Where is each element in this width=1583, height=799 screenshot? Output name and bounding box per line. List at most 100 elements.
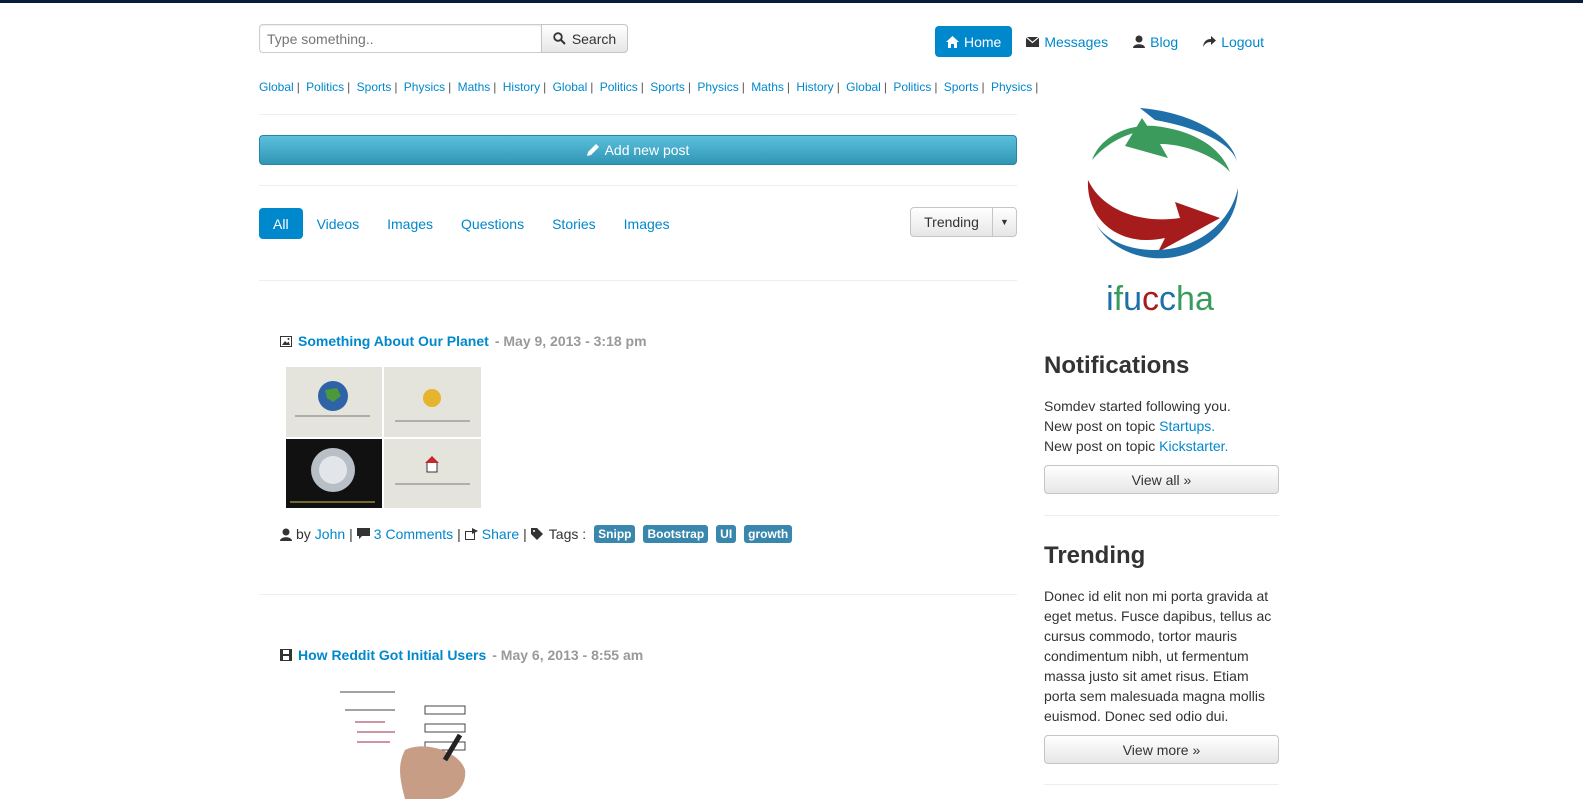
tab-images[interactable]: Images <box>373 208 447 239</box>
topic-separator: | <box>493 80 497 94</box>
topic-link[interactable]: History <box>796 80 833 94</box>
notifications-list: Somdev started following you. New post o… <box>1044 396 1279 456</box>
topic-link[interactable]: Physics <box>697 80 738 94</box>
post-title-row: Something About Our Planet - May 9, 2013… <box>280 333 647 349</box>
view-more-button[interactable]: View more » <box>1044 735 1279 764</box>
topic-separator: | <box>1035 80 1039 94</box>
tab-questions[interactable]: Questions <box>447 208 538 239</box>
topic-link[interactable]: Maths <box>458 80 491 94</box>
view-all-button[interactable]: View all » <box>1044 465 1279 494</box>
tag-badge[interactable]: Bootstrap <box>643 525 709 543</box>
tab-stories[interactable]: Stories <box>538 208 610 239</box>
search-input[interactable] <box>259 24 541 53</box>
add-post-button[interactable]: Add new post <box>259 135 1017 165</box>
post-title-link[interactable]: Something About Our Planet <box>298 333 489 349</box>
topic-link[interactable]: Physics <box>404 80 445 94</box>
by-label: by <box>296 526 311 542</box>
tags-icon <box>530 528 543 540</box>
tab-videos[interactable]: Videos <box>303 208 374 239</box>
topic-separator: | <box>836 80 840 94</box>
divider <box>259 280 1017 281</box>
topic-link[interactable]: History <box>503 80 540 94</box>
topic-separator: | <box>347 80 351 94</box>
divider <box>1044 784 1279 785</box>
topic-link[interactable]: Sports <box>944 80 979 94</box>
topic-kickstarter-link[interactable]: Kickstarter. <box>1159 438 1228 454</box>
nav-messages[interactable]: Messages <box>1012 26 1119 57</box>
topic-startups-link[interactable]: Startups. <box>1159 418 1215 434</box>
divider <box>259 594 1017 595</box>
home-icon <box>946 35 959 48</box>
user-icon <box>1133 35 1146 48</box>
topic-separator: | <box>883 80 887 94</box>
tag-badge[interactable]: UI <box>716 525 737 543</box>
topic-separator: | <box>448 80 452 94</box>
nav-messages-label: Messages <box>1044 33 1109 50</box>
search-button-label: Search <box>571 30 617 47</box>
notifications-heading: Notifications <box>1044 352 1190 379</box>
topic-link[interactable]: Politics <box>306 80 344 94</box>
share-arrow-icon <box>1203 35 1217 47</box>
divider <box>1044 515 1279 516</box>
topic-separator: | <box>934 80 938 94</box>
search-form: Search <box>259 24 628 53</box>
topic-link[interactable]: Politics <box>893 80 931 94</box>
search-button[interactable]: Search <box>541 24 628 53</box>
divider <box>259 114 1017 115</box>
topic-links: Global | Politics | Sports | Physics | Maths… <box>259 80 1041 94</box>
meta-separator: | <box>523 526 527 542</box>
notification-text: New post on topic <box>1044 438 1160 454</box>
tags-label: Tags : <box>548 526 587 542</box>
notification-item: Somdev started following you. <box>1044 398 1231 414</box>
topic-link[interactable]: Global <box>846 80 881 94</box>
topic-separator: | <box>543 80 547 94</box>
filter-tabs: All Videos Images Questions Stories Imag… <box>259 208 684 239</box>
sort-dropdown-label[interactable]: Trending <box>911 208 993 236</box>
topic-link[interactable]: Sports <box>650 80 685 94</box>
sort-dropdown[interactable]: Trending ▼ <box>910 207 1017 237</box>
site-logo: ifuccha <box>1087 108 1238 318</box>
topic-separator: | <box>981 80 985 94</box>
nav-blog-label: Blog <box>1150 33 1179 50</box>
nav-logout-label: Logout <box>1221 33 1265 50</box>
topic-link[interactable]: Global <box>553 80 588 94</box>
tag-badge[interactable]: growth <box>744 525 793 543</box>
tab-images-2[interactable]: Images <box>610 208 684 239</box>
nav-blog[interactable]: Blog <box>1119 26 1189 57</box>
user-icon <box>280 528 292 541</box>
topic-link[interactable]: Politics <box>600 80 638 94</box>
topic-separator: | <box>786 80 790 94</box>
post-date: - May 9, 2013 - 3:18 pm <box>494 333 647 349</box>
post-meta-row: by John | 3 Comments | Share | Tags : Sn… <box>280 525 793 543</box>
nav-home-label: Home <box>964 33 1002 50</box>
notification-item: New post on topic Kickstarter. <box>1044 436 1279 456</box>
top-nav: Home Messages Blog Logout <box>935 26 1275 57</box>
tab-all[interactable]: All <box>259 208 303 239</box>
topic-link[interactable]: Physics <box>991 80 1032 94</box>
topic-separator: | <box>296 80 300 94</box>
topic-link[interactable]: Sports <box>357 80 392 94</box>
topic-separator: | <box>590 80 594 94</box>
post-image[interactable] <box>285 366 482 509</box>
nav-logout[interactable]: Logout <box>1189 26 1275 57</box>
post-date: - May 6, 2013 - 8:55 am <box>492 647 644 663</box>
topic-link[interactable]: Maths <box>751 80 784 94</box>
caret-down-icon[interactable]: ▼ <box>993 208 1016 236</box>
nav-home[interactable]: Home <box>935 26 1013 57</box>
post-video-thumbnail[interactable] <box>285 680 482 799</box>
comment-icon <box>356 528 370 539</box>
tag-badge[interactable]: Snipp <box>594 525 636 543</box>
post-title-link[interactable]: How Reddit Got Initial Users <box>298 647 486 663</box>
trending-text: Donec id elit non mi porta gravida at eg… <box>1044 588 1272 724</box>
topic-separator: | <box>394 80 398 94</box>
author-link[interactable]: John <box>315 526 345 542</box>
topic-separator: | <box>687 80 692 94</box>
logo-text: ifuccha <box>1106 280 1214 318</box>
picture-icon <box>280 335 292 347</box>
share-link[interactable]: Share <box>482 526 519 542</box>
topic-link[interactable]: Global <box>259 80 294 94</box>
notification-item: New post on topic Startups. <box>1044 416 1279 436</box>
envelope-icon <box>1026 36 1040 47</box>
trending-heading: Trending <box>1044 542 1146 569</box>
comments-link[interactable]: 3 Comments <box>374 526 453 542</box>
